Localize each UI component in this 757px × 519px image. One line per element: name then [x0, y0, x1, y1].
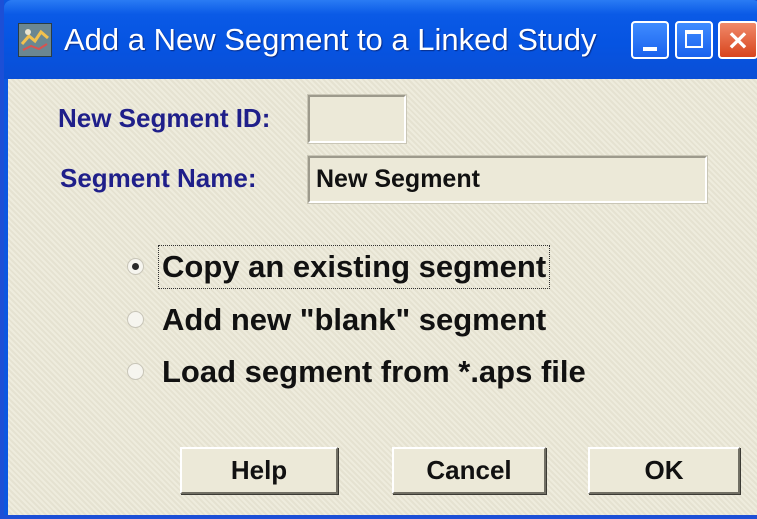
option-label[interactable]: Copy an existing segment — [157, 245, 551, 289]
window-title: Add a New Segment to a Linked Study — [64, 22, 597, 57]
segment-id-field[interactable] — [307, 94, 407, 144]
option-label[interactable]: Add new "blank" segment — [162, 300, 546, 340]
maximize-button[interactable] — [675, 21, 713, 59]
radio-button[interactable] — [127, 311, 144, 328]
option-label[interactable]: Load segment from *.aps file — [162, 352, 586, 392]
app-icon[interactable] — [18, 23, 52, 57]
segment-name-field[interactable]: New Segment — [307, 155, 708, 204]
minimize-icon — [643, 47, 657, 51]
dialog-window: Add a New Segment to a Linked Study × Ne… — [0, 0, 757, 519]
dialog-body: New Segment ID: Segment Name: New Segmen… — [8, 79, 757, 515]
minimize-button[interactable] — [631, 21, 669, 59]
radio-button-selected[interactable] — [127, 258, 144, 275]
help-button[interactable]: Help — [180, 447, 338, 494]
title-bar[interactable]: Add a New Segment to a Linked Study × — [4, 0, 757, 79]
app-logo-icon — [19, 24, 51, 56]
close-button[interactable]: × — [718, 21, 757, 59]
ok-button[interactable]: OK — [588, 447, 740, 494]
segment-id-label: New Segment ID: — [58, 103, 271, 133]
segment-name-label: Segment Name: — [60, 163, 257, 193]
maximize-icon — [685, 30, 703, 48]
cancel-button[interactable]: Cancel — [392, 447, 546, 494]
close-icon: × — [726, 23, 750, 56]
radio-button[interactable] — [127, 363, 144, 380]
